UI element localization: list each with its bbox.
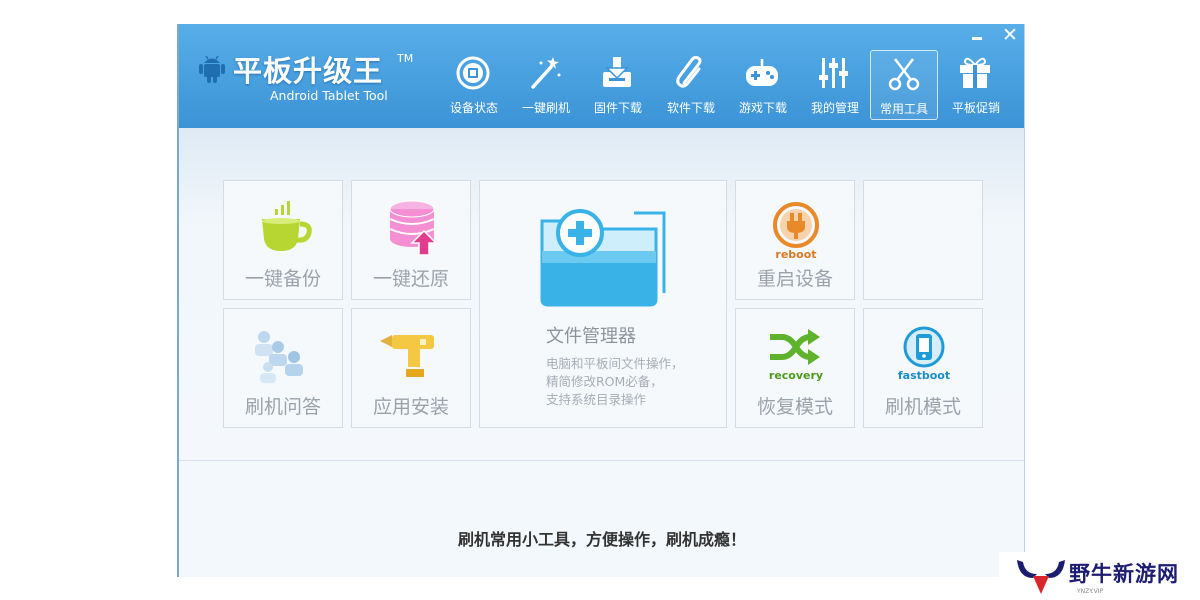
fastboot-icon-text: fastboot [898, 369, 950, 382]
tool-flash-faq[interactable]: 刷机问答 [223, 308, 343, 428]
tool-one-click-restore[interactable]: 一键还原 [351, 180, 471, 300]
file-manager-desc-line: 支持系统目录操作 [546, 392, 647, 407]
nav-label: 常用工具 [879, 102, 928, 116]
tool-label: 刷机问答 [244, 396, 321, 418]
watermark-text: 野牛新游网 [1069, 562, 1179, 586]
tool-label: 一键备份 [244, 268, 321, 290]
nav-label: 我的管理 [810, 101, 859, 115]
file-manager-title: 文件管理器 [546, 326, 636, 347]
nav-label: 平板促销 [951, 101, 1000, 115]
app-subtitle: Android Tablet Tool [270, 88, 388, 103]
nav-my-management[interactable]: 我的管理 [801, 50, 869, 120]
nav-label: 设备状态 [449, 101, 498, 115]
device-status-icon [456, 56, 490, 90]
nav-firmware-download[interactable]: 固件下载 [584, 50, 652, 120]
tool-recovery-mode[interactable]: recovery 恢复模式 [735, 308, 855, 428]
sliders-icon [819, 58, 848, 88]
app-title: 平板升级王 [233, 54, 384, 88]
tool-label: 应用安装 [372, 396, 449, 418]
tool-reboot-device[interactable]: reboot 重启设备 [735, 180, 855, 300]
footer-panel: 刷机常用小工具，方便操作，刷机成瘾！ [179, 461, 1024, 577]
nav-software-download[interactable]: 软件下载 [657, 50, 725, 120]
tool-label: 刷机模式 [884, 396, 961, 418]
users-icon [255, 331, 303, 383]
reboot-icon-text: reboot [775, 248, 816, 259]
file-manager-desc-line: 电脑和平板间文件操作， [546, 356, 684, 371]
nav-label: 一键刷机 [521, 101, 570, 115]
tool-fastboot-mode[interactable]: fastboot 刷机模式 [863, 308, 983, 428]
nav-label: 软件下载 [666, 101, 715, 115]
tool-app-install[interactable]: 应用安装 [351, 308, 471, 428]
firmware-download-icon [603, 57, 631, 87]
minimize-button[interactable] [968, 28, 986, 46]
nav-game-download[interactable]: 游戏下载 [729, 50, 797, 120]
nav-tablet-promo[interactable]: 平板促销 [942, 50, 1010, 120]
tool-empty-slot [863, 180, 983, 300]
nav-label: 游戏下载 [738, 101, 787, 115]
shuffle-arrows-icon: recovery [769, 329, 823, 382]
fastboot-phone-icon: fastboot [898, 326, 950, 382]
android-logo-icon [199, 55, 225, 83]
screen: 平板升级王 TM Android Tablet Tool ✕ 设备状态 一键刷机… [0, 0, 1200, 600]
tool-label: 重启设备 [756, 268, 833, 290]
drill-icon [380, 335, 434, 377]
power-plug-icon: reboot [773, 202, 819, 259]
folder-add-icon [540, 209, 666, 307]
nav-device-status[interactable]: 设备状态 [440, 50, 508, 120]
paperclip-icon [676, 55, 702, 88]
app-window: 平板升级王 TM Android Tablet Tool ✕ 设备状态 一键刷机… [177, 24, 1025, 577]
close-button[interactable]: ✕ [1000, 25, 1020, 45]
nav-label: 固件下载 [593, 101, 642, 115]
nav-one-click-flash[interactable]: 一键刷机 [512, 50, 580, 120]
magic-wand-icon [531, 57, 561, 89]
recovery-icon-text: recovery [769, 369, 823, 382]
tool-label: 一键还原 [372, 268, 449, 290]
gamepad-icon [746, 59, 778, 86]
tools-panel: 一键备份 一键还原 文件管理器 电脑和平板间文件操作， 精简修改ROM必备， 支… [179, 128, 1024, 460]
bull-logo-icon [1017, 560, 1065, 594]
footer-slogan: 刷机常用小工具，方便操作，刷机成瘾！ [457, 530, 746, 549]
trademark-mark: TM [397, 52, 414, 65]
cup-icon [262, 201, 312, 251]
database-restore-icon [389, 200, 438, 256]
tool-label: 恢复模式 [756, 396, 833, 418]
watermark-subtext: YNZY.VIP [1077, 588, 1104, 595]
file-manager-desc-line: 精简修改ROM必备， [546, 374, 663, 389]
site-watermark: 野牛新游网 YNZY.VIP [999, 552, 1200, 600]
nav-common-tools[interactable]: 常用工具 [870, 50, 938, 120]
tool-file-manager[interactable]: 文件管理器 电脑和平板间文件操作， 精简修改ROM必备， 支持系统目录操作 [479, 180, 727, 428]
gift-icon [960, 57, 990, 88]
scissors-icon [888, 58, 920, 91]
title-bar: 平板升级王 TM Android Tablet Tool ✕ 设备状态 一键刷机… [179, 24, 1024, 128]
tool-one-click-backup[interactable]: 一键备份 [223, 180, 343, 300]
